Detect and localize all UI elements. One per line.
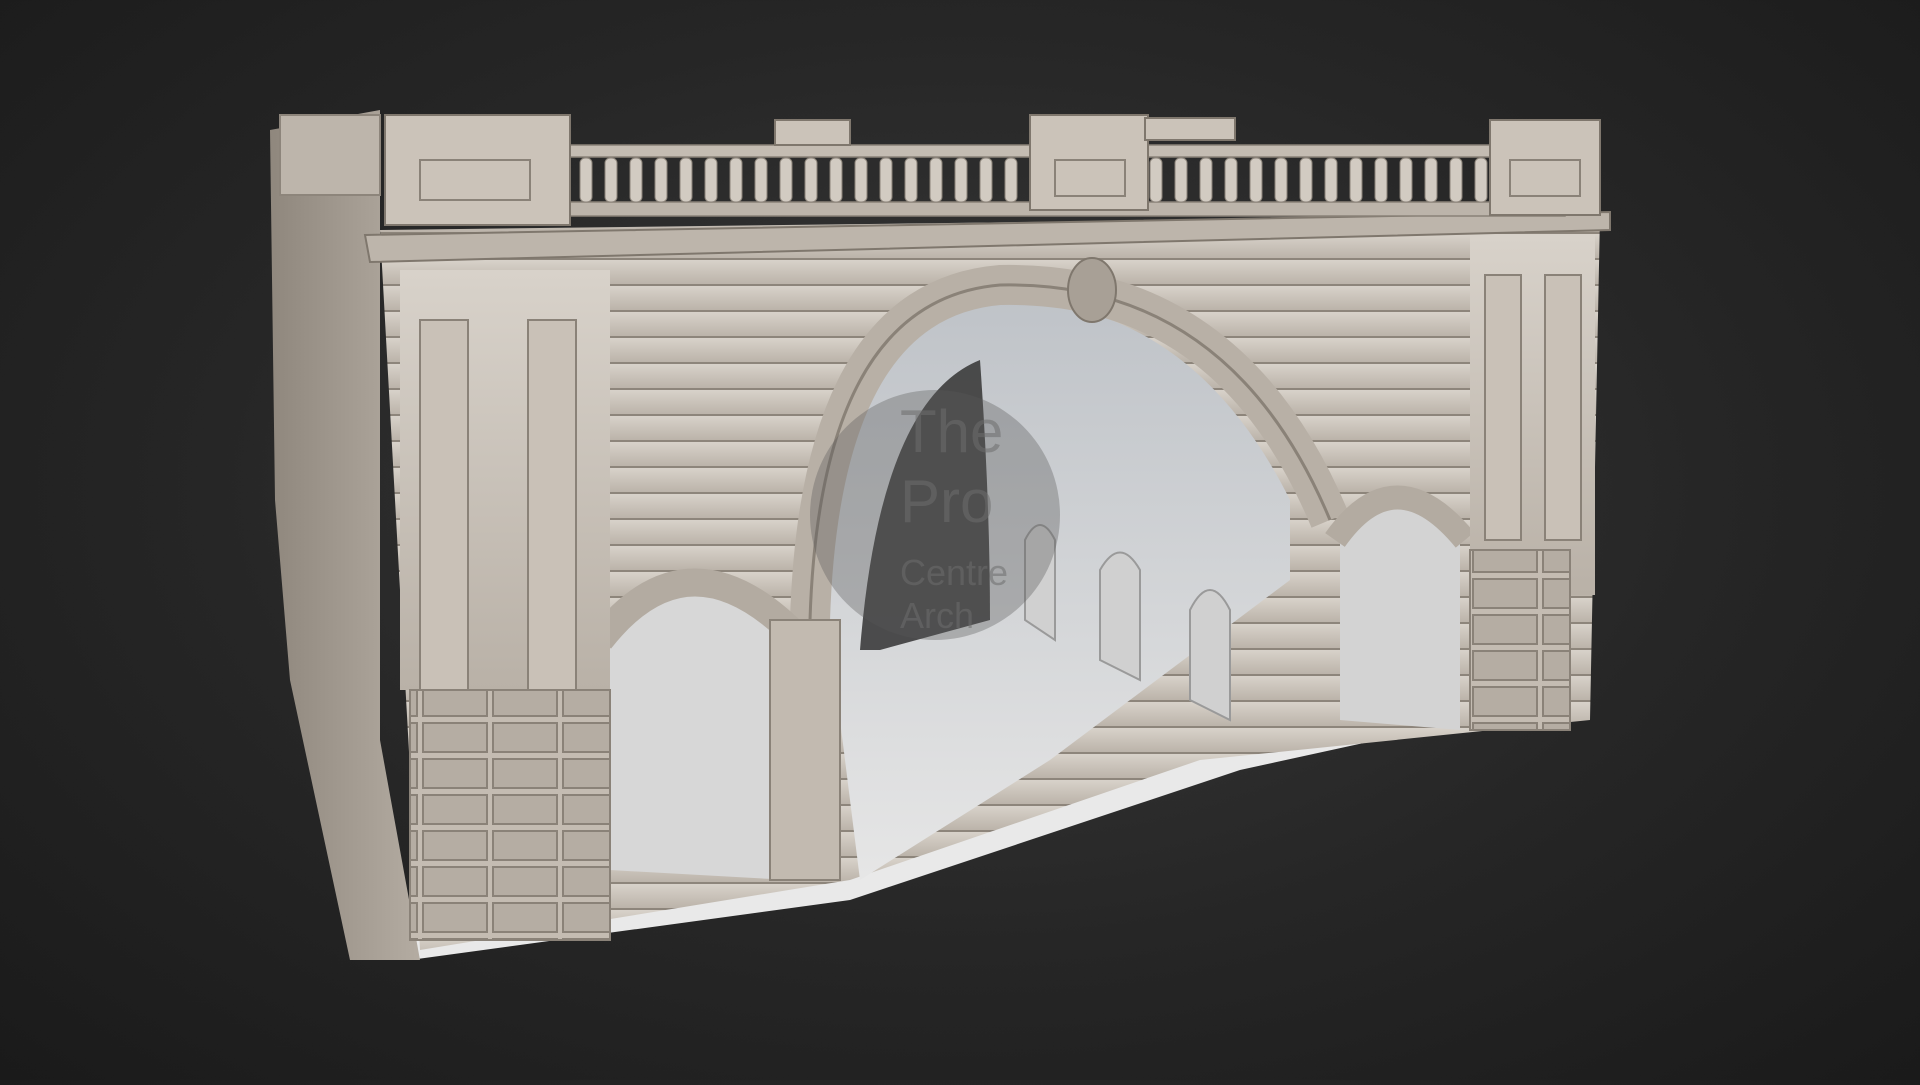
bridge-model <box>270 110 1611 960</box>
left-pier-base <box>409 689 611 941</box>
3d-model-viewport[interactable]: The Pro Centre Arch <box>0 0 1920 1080</box>
left-small-arch-opening <box>610 585 790 880</box>
left-arch-pier <box>769 619 841 881</box>
left-pilaster-2 <box>527 319 577 691</box>
right-pilaster-1 <box>1484 274 1522 541</box>
keystone-mask <box>1067 257 1117 323</box>
right-small-arch-opening <box>1340 500 1460 730</box>
left-pilaster-1 <box>419 319 469 691</box>
right-pier-base <box>1469 549 1571 731</box>
right-pilaster-2 <box>1544 274 1582 541</box>
left-back-pier <box>279 114 381 196</box>
